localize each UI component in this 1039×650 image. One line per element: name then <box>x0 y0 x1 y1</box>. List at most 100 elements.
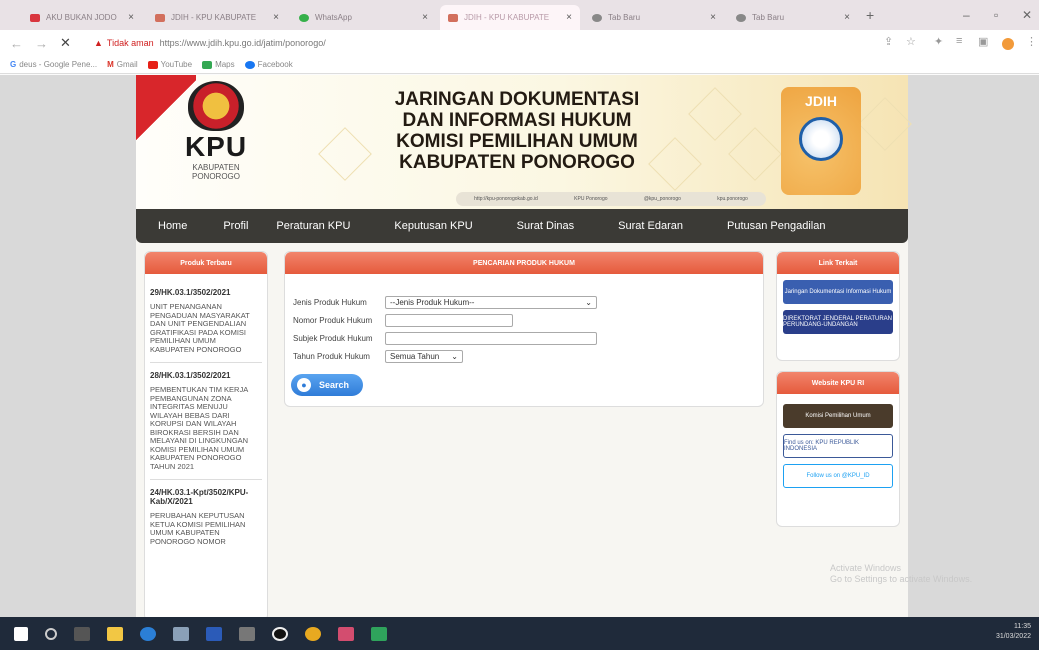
site-container: KPU KABUPATEN PONOROGO JARINGAN DOKUMENT… <box>136 75 912 617</box>
hex-decoration <box>688 87 742 141</box>
gmail-icon: M <box>107 60 114 69</box>
extensions-icon[interactable]: ✦ <box>934 35 943 48</box>
excel-icon[interactable] <box>371 626 387 641</box>
list-item-id[interactable]: 29/HK.03.1/3502/2021 <box>150 288 262 297</box>
app-icon[interactable] <box>338 626 354 641</box>
share-icon[interactable]: ⇪ <box>884 35 893 48</box>
close-icon[interactable]: × <box>710 12 716 23</box>
photos-icon[interactable] <box>239 626 255 641</box>
tab-favicon <box>592 13 602 22</box>
chevron-down-icon: ⌄ <box>585 298 592 307</box>
media-icon[interactable] <box>272 626 288 641</box>
hex-decoration <box>858 97 912 151</box>
tab-4[interactable]: JDIH - KPU KABUPATE × <box>440 5 580 30</box>
list-item-text[interactable]: PEMBENTUKAN TIM KERJA PEMBANGUNAN ZONA I… <box>150 385 262 480</box>
windows-start-icon[interactable] <box>14 626 28 641</box>
subjek-row: Subjek Produk Hukum <box>293 332 597 345</box>
menu-surat-edaran[interactable]: Surat Edaran <box>618 220 683 232</box>
menu-keputusan-kpu[interactable]: Keputusan KPU <box>394 220 472 232</box>
close-icon[interactable]: × <box>273 12 279 23</box>
facebook-link[interactable]: KPU Ponorogo <box>574 196 607 202</box>
browser-tab-bar: AKU BUKAN JODO × JDIH - KPU KABUPATE × Wha… <box>0 0 1039 30</box>
kpu-website-link[interactable]: Komisi Pemilihan Umum <box>783 404 893 428</box>
list-item-text[interactable]: UNIT PENANGANAN PENGADUAN MASYARAKAT DAN… <box>150 302 262 363</box>
reload-stop-icon[interactable]: ✕ <box>60 35 71 51</box>
list-item-id[interactable]: 28/HK.03.1/3502/2021 <box>150 371 262 380</box>
menu-home[interactable]: Home <box>158 220 187 232</box>
close-icon[interactable]: × <box>422 12 428 23</box>
search-icon: ● <box>297 378 311 392</box>
back-icon[interactable]: ← <box>10 36 23 51</box>
menu-profil[interactable]: Profil <box>223 220 248 232</box>
system-clock[interactable]: 11:35 31/03/2022 <box>996 622 1031 642</box>
chevron-down-icon: ⌄ <box>451 352 458 361</box>
menu-putusan-pengadilan[interactable]: Putusan Pengadilan <box>727 220 825 232</box>
close-icon[interactable]: × <box>566 12 572 23</box>
minimize-icon[interactable]: – <box>963 8 970 22</box>
instagram-link[interactable]: kpu.ponorogo <box>717 196 748 202</box>
menu-peraturan-kpu[interactable]: Peraturan KPU <box>276 220 350 232</box>
window-close-icon[interactable]: ✕ <box>1022 8 1032 22</box>
maps-icon <box>202 60 213 69</box>
tab-favicon <box>299 13 309 22</box>
youtube-icon <box>147 60 158 69</box>
jenis-select[interactable]: --Jenis Produk Hukum-- ⌄ <box>385 296 597 309</box>
new-tab-button[interactable]: + <box>866 7 874 23</box>
main-menu: Home Profil Peraturan KPU Keputusan KPU … <box>136 209 908 243</box>
bookmark-youtube[interactable]: YouTube <box>147 60 192 69</box>
menu-surat-dinas[interactable]: Surat Dinas <box>517 220 574 232</box>
side-panel-icon[interactable]: ▣ <box>978 35 988 48</box>
link-terkait-panel: Link Terkait Jaringan Dokumentasi Inform… <box>776 251 900 361</box>
tab-6[interactable]: Tab Baru × <box>728 5 858 30</box>
url-bar[interactable]: ▲ Tidak aman https://www.jdih.kpu.go.id/… <box>94 34 654 52</box>
search-icon[interactable] <box>45 627 57 640</box>
kpu-facebook-link[interactable]: Find us on: KPU REPUBLIK INDONESIA <box>783 434 893 458</box>
bookmark-google[interactable]: Gdeus - Google Pene... <box>10 60 97 69</box>
kpu-emblem-icon <box>188 81 244 131</box>
address-bar: ← → ✕ ▲ Tidak aman https://www.jdih.kpu.… <box>0 30 1039 56</box>
forward-icon[interactable]: → <box>35 36 48 51</box>
profile-avatar[interactable] <box>1002 38 1014 50</box>
kpu-twitter-link[interactable]: Follow us on @KPU_ID <box>783 464 893 488</box>
website-kpu-panel: Website KPU RI Komisi Pemilihan Umum Fin… <box>776 371 900 527</box>
web-link[interactable]: http://kpu-ponorogokab.go.id <box>474 196 538 202</box>
store-icon[interactable] <box>173 626 189 641</box>
bookmark-facebook[interactable]: Facebook <box>244 60 293 69</box>
search-button[interactable]: ● Search <box>291 374 363 396</box>
bookmark-gmail[interactable]: M Gmail <box>107 60 138 69</box>
star-icon[interactable]: ☆ <box>906 35 916 48</box>
panel-header: PENCARIAN PRODUK HUKUM <box>285 252 763 274</box>
menu-icon[interactable]: ⋮ <box>1026 35 1037 48</box>
reading-list-icon[interactable]: ≡ <box>956 35 962 47</box>
file-explorer-icon[interactable] <box>107 626 123 641</box>
tahun-row: Tahun Produk Hukum Semua Tahun ⌄ <box>293 350 463 363</box>
list-item-text[interactable]: PERUBAHAN KEPUTUSAN KETUA KOMISI PEMILIH… <box>150 511 262 554</box>
edge-icon[interactable] <box>140 626 156 641</box>
twitter-link[interactable]: @kpu_ponorogo <box>644 196 681 202</box>
maximize-icon[interactable]: ▫ <box>994 8 998 22</box>
bookmarks-bar: Gdeus - Google Pene... M Gmail YouTube Ma… <box>0 56 1039 74</box>
produk-terbaru-panel: Produk Terbaru 29/HK.03.1/3502/2021 UNIT… <box>144 251 268 617</box>
tab-2[interactable]: JDIH - KPU KABUPATE × <box>147 5 287 30</box>
tab-3[interactable]: WhatsApp × <box>291 5 436 30</box>
close-icon[interactable]: × <box>844 12 850 23</box>
nomor-input[interactable] <box>385 314 513 327</box>
panel-header: Website KPU RI <box>777 372 899 394</box>
subjek-input[interactable] <box>385 332 597 345</box>
tab-1[interactable]: AKU BUKAN JODO × <box>22 5 142 30</box>
tahun-select[interactable]: Semua Tahun ⌄ <box>385 350 463 363</box>
page-viewport: KPU KABUPATEN PONOROGO JARINGAN DOKUMENT… <box>0 75 1039 617</box>
ditjen-pp-link[interactable]: DIREKTORAT JENDERAL PERATURAN PERUNDANG-… <box>783 310 893 334</box>
word-icon[interactable] <box>206 626 222 641</box>
site-banner: KPU KABUPATEN PONOROGO JARINGAN DOKUMENT… <box>136 75 912 209</box>
bookmark-maps[interactable]: Maps <box>202 60 235 69</box>
close-icon[interactable]: × <box>128 12 134 23</box>
tab-5[interactable]: Tab Baru × <box>584 5 724 30</box>
task-view-icon[interactable] <box>74 626 90 641</box>
chrome-icon[interactable] <box>305 626 321 641</box>
jdih-link[interactable]: Jaringan Dokumentasi Informasi Hukum <box>783 280 893 304</box>
activate-windows-watermark: Activate Windows Go to Settings to activ… <box>830 563 973 584</box>
url-text[interactable]: https://www.jdih.kpu.go.id/jatim/ponorog… <box>160 38 326 48</box>
panel-header: Produk Terbaru <box>145 252 267 274</box>
list-item-id[interactable]: 24/HK.03.1-Kpt/3502/KPU-Kab/X/2021 <box>150 488 262 506</box>
